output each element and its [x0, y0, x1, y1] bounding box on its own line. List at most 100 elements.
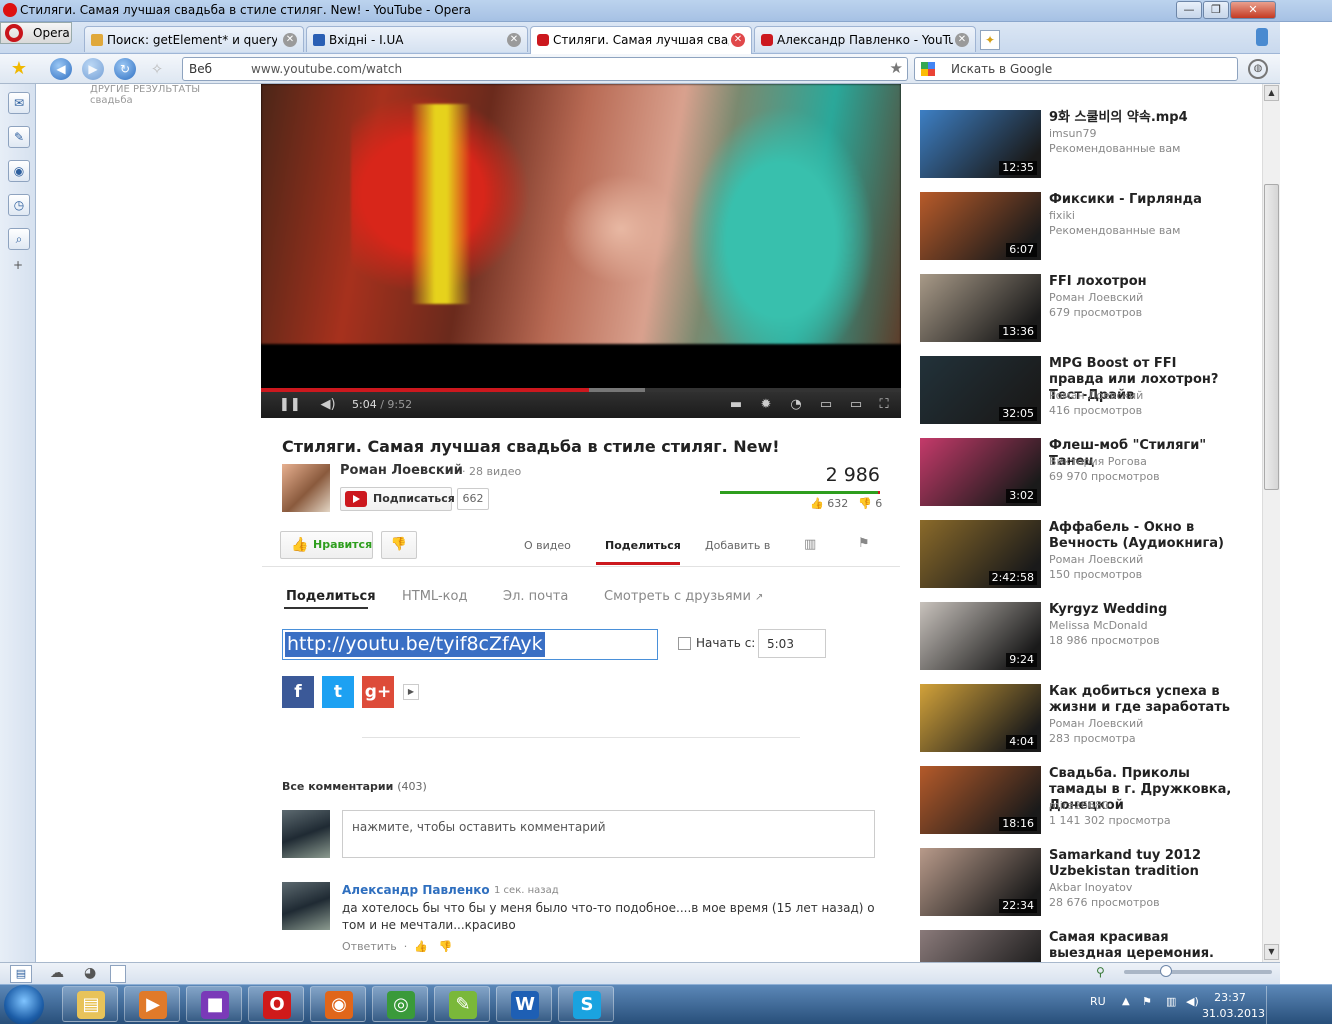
forward-icon[interactable]: ▶ — [82, 58, 104, 80]
minimize-button[interactable]: — — [1176, 1, 1202, 19]
action-center-icon[interactable]: ⚑ — [1142, 995, 1152, 1008]
start-at-checkbox[interactable] — [678, 637, 691, 650]
recommendation-item[interactable]: 4:04 Как добиться успеха в жизни и где за… — [920, 684, 1230, 752]
start-time-input[interactable]: 5:03 — [758, 629, 826, 658]
recommendation-thumbnail[interactable]: 9:24 — [920, 602, 1041, 670]
recommendation-author[interactable]: imsun79 — [1049, 126, 1096, 141]
taskbar-chrome-button[interactable]: ◎ — [372, 986, 428, 1022]
channel-name[interactable]: Роман Лоевский — [340, 463, 463, 478]
stats-icon[interactable]: ▥ — [804, 537, 816, 552]
taskbar-word-button[interactable]: W — [496, 986, 552, 1022]
panel-toggle-icon[interactable]: ▤ — [10, 965, 32, 983]
opera-unite-icon[interactable]: ◍ — [1248, 59, 1268, 79]
history-icon[interactable]: ◷ — [8, 194, 30, 216]
flag-icon[interactable]: ⚑ — [858, 536, 870, 551]
scroll-up-icon[interactable]: ▲ — [1264, 85, 1279, 101]
show-desktop-button[interactable] — [1266, 986, 1280, 1024]
recommendation-author[interactable]: Akbar Inoyatov — [1049, 880, 1132, 895]
video-player[interactable]: ❚❚ ◀) 5:04 / 9:52 ▬ ✹ ◔ ▭ ▭ ⛶ — [261, 84, 901, 418]
volume-icon[interactable]: ◀) — [319, 396, 337, 414]
close-button[interactable]: ✕ — [1230, 1, 1276, 19]
recommendation-thumbnail[interactable]: 6:07 — [920, 192, 1041, 260]
channel-avatar[interactable] — [282, 464, 330, 512]
recommendation-author[interactable]: Роман Лоевский — [1049, 388, 1143, 403]
share-tab-watch-with-friends[interactable]: Смотреть с друзьями ↗ — [604, 589, 763, 604]
recommendation-author[interactable]: Виктория Рогова — [1049, 454, 1147, 469]
thumbs-up-icon[interactable]: 👍 — [414, 940, 428, 953]
recommendation-item[interactable]: 12:35 9화 스쿨비의 약속.mp4 imsun79 Рекомендованны… — [920, 110, 1230, 178]
zoom-slider[interactable] — [1124, 965, 1272, 977]
taskbar-skype-button[interactable]: S — [558, 986, 614, 1022]
small-player-icon[interactable]: ▭ — [817, 396, 835, 414]
subscribe-button[interactable]: Подписаться — [340, 487, 455, 511]
page-scrollbar[interactable]: ▲ ▼ — [1262, 84, 1280, 962]
page-icon[interactable] — [110, 965, 126, 983]
address-url[interactable]: www.youtube.com/watch — [251, 62, 402, 76]
browser-tab[interactable]: Александр Павленко - YouTube ✕ — [754, 26, 976, 52]
reload-icon[interactable]: ↻ — [114, 58, 136, 80]
recommendation-item[interactable]: 22:34 Samarkand tuy 2012 Uzbekistan tradi… — [920, 848, 1230, 916]
share-tab-embed[interactable]: HTML-код — [402, 589, 467, 604]
turbo-icon[interactable]: ☁ — [50, 965, 64, 981]
recommendation-author[interactable]: Роман Лоевский — [1049, 290, 1143, 305]
recommendation-author[interactable]: Роман Лоевский — [1049, 716, 1143, 731]
notes-icon[interactable]: ✎ — [8, 126, 30, 148]
opera-menu-button[interactable]: Opera — [0, 22, 72, 44]
recommendation-title[interactable]: 9화 스쿨비의 약속.mp4 — [1049, 110, 1234, 126]
maximize-button[interactable]: ❐ — [1203, 1, 1229, 19]
mail-icon[interactable]: ✉ — [8, 92, 30, 114]
share-tab-share[interactable]: Поделиться — [286, 589, 376, 604]
comment-time[interactable]: 1 сек. назад — [494, 885, 559, 896]
recommendation-title[interactable]: Аффабель - Окно в Вечность (Аудиокнига) — [1049, 520, 1234, 552]
tab-share[interactable]: Поделиться — [605, 539, 681, 552]
share-url-value[interactable]: http://youtu.be/tyif8cZfAyk — [285, 632, 545, 657]
transfers-icon[interactable]: ◉ — [8, 160, 30, 182]
network-icon[interactable]: ▥ — [1166, 995, 1176, 1008]
taskbar-save-button[interactable]: ■ — [186, 986, 242, 1022]
comment-author[interactable]: Александр Павленко — [342, 883, 490, 897]
recommendation-thumbnail[interactable]: 2:42:58 — [920, 520, 1041, 588]
wand-icon[interactable]: ✧ — [146, 58, 168, 80]
recommendation-author[interactable]: Melissa McDonald — [1049, 618, 1148, 633]
new-tab-icon[interactable]: ✦ — [980, 30, 1000, 50]
tab-close-icon[interactable]: ✕ — [507, 33, 521, 47]
scroll-thumb[interactable] — [1264, 184, 1279, 490]
facebook-share-icon[interactable]: f — [282, 676, 314, 708]
watch-later-icon[interactable]: ◔ — [787, 396, 805, 414]
taskbar-media-button[interactable]: ▶ — [124, 986, 180, 1022]
other-results[interactable]: ДРУГИЕ РЕЗУЛЬТАТЫ свадьба — [90, 84, 200, 106]
recommendation-thumbnail[interactable]: 4:04 — [920, 684, 1041, 752]
browser-tab[interactable]: Поиск: getElement* и querySele... ✕ — [84, 26, 304, 52]
recommendation-item[interactable]: 32:05 MPG Boost от FFI правда или лохотро… — [920, 356, 1230, 424]
tray-expand-icon[interactable]: ▲ — [1122, 996, 1130, 1007]
tab-about[interactable]: О видео — [524, 539, 571, 552]
google-icon[interactable] — [921, 62, 935, 76]
add-panel-icon[interactable]: + — [11, 258, 25, 272]
recommendation-title[interactable]: Samarkand tuy 2012 Uzbekistan tradition — [1049, 848, 1234, 880]
tab-close-icon[interactable]: ✕ — [955, 33, 969, 47]
recommendation-author[interactable]: mira26680 — [1049, 798, 1109, 813]
googleplus-share-icon[interactable]: g+ — [362, 676, 394, 708]
channel-video-count[interactable]: · 28 видео — [462, 465, 521, 478]
comment-input[interactable]: нажмите, чтобы оставить комментарий — [342, 810, 875, 858]
bookmark-star-icon[interactable]: ★ — [890, 59, 903, 77]
video-frame[interactable] — [261, 84, 901, 344]
taskbar-notepad-button[interactable]: ✎ — [434, 986, 490, 1022]
fullscreen-icon[interactable]: ⛶ — [875, 396, 893, 414]
recommendation-thumbnail[interactable]: 12:35 — [920, 110, 1041, 178]
like-button[interactable]: 👍 Нравится — [280, 531, 373, 559]
recommendation-thumbnail[interactable]: 32:05 — [920, 356, 1041, 424]
tab-close-icon[interactable]: ✕ — [283, 33, 297, 47]
captions-icon[interactable]: ▬ — [727, 396, 745, 414]
taskbar-firefox-button[interactable]: ◉ — [310, 986, 366, 1022]
recommendation-title[interactable]: Как добиться успеха в жизни и где зарабо… — [1049, 684, 1234, 716]
speaker-icon[interactable]: ◀) — [1186, 995, 1199, 1008]
recommendation-thumbnail[interactable]: 13:36 — [920, 274, 1041, 342]
tab-close-icon[interactable]: ✕ — [731, 33, 745, 47]
user-avatar[interactable] — [282, 810, 330, 858]
twitter-share-icon[interactable]: t — [322, 676, 354, 708]
tab-add-to[interactable]: Добавить в — [705, 539, 770, 552]
address-bar[interactable]: Веб www.youtube.com/watch ★ — [182, 57, 908, 81]
zoom-knob[interactable] — [1160, 965, 1172, 977]
recommendation-thumbnail[interactable]: 18:16 — [920, 766, 1041, 834]
